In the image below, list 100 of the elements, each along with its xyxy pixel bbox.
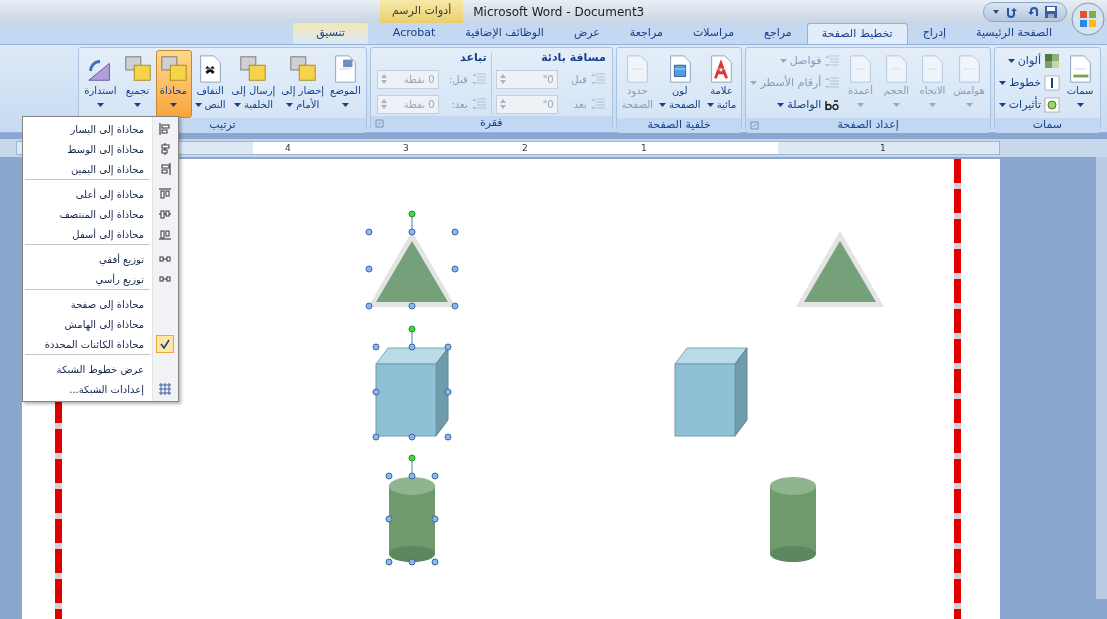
- dialog-launcher-icon[interactable]: [374, 119, 384, 128]
- align-squares-icon: [158, 54, 189, 84]
- cube-shape[interactable]: [372, 325, 452, 441]
- menu-item[interactable]: محاذاة إلى اليسار: [25, 119, 150, 139]
- section-heading: تباعد: [459, 50, 487, 66]
- group-title: فقرة: [479, 115, 503, 132]
- caret-icon: [1076, 102, 1084, 108]
- front-squares-icon: [287, 54, 318, 84]
- menu-item[interactable]: توزيع أفقي: [25, 244, 150, 269]
- cube-shape[interactable]: [674, 347, 748, 437]
- ruler-number: 2: [522, 142, 528, 154]
- caret-icon: [999, 80, 1007, 86]
- field-label: بعد: [572, 97, 587, 112]
- context-tab-header: أدوات الرسم: [380, 0, 464, 23]
- ribbon-tab[interactable]: تخطيط الصفحة: [806, 23, 908, 44]
- ribbon-tab[interactable]: Acrobat: [377, 23, 451, 44]
- caret-icon: [706, 102, 714, 108]
- caret-icon: [998, 102, 1006, 108]
- ribbon-button[interactable]: لون الصفحة: [656, 50, 704, 118]
- group-squares-icon: [122, 54, 153, 84]
- caret-icon: [341, 102, 349, 108]
- distribute-horizontal-icon: [159, 253, 171, 265]
- caret-icon: [134, 102, 141, 108]
- triangle-shape[interactable]: [796, 231, 884, 307]
- group-title: سمات: [1032, 117, 1062, 134]
- ruler-number: 4: [285, 142, 291, 154]
- caret-icon: [286, 102, 294, 108]
- caret-icon: [233, 102, 241, 108]
- ribbon-tab[interactable]: تنسيق: [293, 23, 368, 44]
- ribbon-button[interactable]: تأثيرات: [996, 94, 1062, 116]
- ribbon-tab[interactable]: مراسلات: [677, 23, 750, 44]
- ribbon-tab[interactable]: إدراج: [907, 23, 962, 44]
- align-center-icon: [159, 143, 171, 155]
- ribbon-button[interactable]: إرسال إلى الخلفية: [228, 50, 279, 118]
- caret-icon: [777, 102, 785, 108]
- window-title: Microsoft Word - Document3: [473, 3, 645, 21]
- caret-icon: [1007, 58, 1015, 64]
- caret-icon: [750, 80, 758, 86]
- field-label: قبل: [570, 72, 587, 87]
- ribbon-button[interactable]: سمات: [1062, 50, 1098, 118]
- ribbon-button[interactable]: الواصلة: [748, 94, 843, 116]
- align-top-icon: [159, 188, 171, 200]
- group-title: ترتيب: [209, 117, 236, 134]
- menu-item[interactable]: محاذاة إلى أعلى: [25, 179, 150, 204]
- hyphenation-icon: [824, 97, 841, 113]
- effects-circle-icon: [1044, 97, 1060, 113]
- caret-icon: [96, 102, 104, 108]
- ribbon-tab[interactable]: عرض: [558, 23, 615, 44]
- field-label: قبل:: [447, 72, 468, 87]
- caret-icon: [170, 102, 177, 108]
- menu-item[interactable]: محاذاة الكائنات المحددة: [25, 334, 150, 354]
- ribbon-button[interactable]: إحضار إلى الأمام: [278, 50, 328, 118]
- field-label: بعد:: [450, 97, 468, 112]
- ribbon-button[interactable]: الموضع: [327, 50, 364, 118]
- align-right-icon: [159, 163, 171, 175]
- menu-item[interactable]: إعدادات الشبكة...: [25, 379, 150, 399]
- caret-icon: [892, 102, 900, 108]
- save-icon[interactable]: [1044, 4, 1058, 19]
- ribbon-button[interactable]: استدارة: [81, 50, 120, 118]
- caret-icon: [928, 102, 936, 108]
- cylinder-shape[interactable]: [770, 477, 816, 562]
- align-left-icon: [159, 123, 171, 135]
- customize-caret-icon[interactable]: [992, 7, 1000, 16]
- ribbon-button[interactable]: تجميع: [119, 50, 156, 118]
- menu-item[interactable]: محاذاة إلى اليمين: [25, 159, 150, 179]
- ribbon-tab[interactable]: الصفحة الرئيسية: [961, 23, 1067, 44]
- font-letter-icon: [1044, 75, 1060, 91]
- caret-icon: [779, 58, 787, 64]
- triangle-shape[interactable]: [365, 210, 459, 310]
- scrollbar[interactable]: [1096, 157, 1107, 599]
- color-squares-icon: [1044, 53, 1060, 69]
- menu-item[interactable]: توزيع رأسي: [25, 269, 150, 289]
- menu-item[interactable]: محاذاة إلى الوسط: [25, 139, 150, 159]
- ribbon-tab[interactable]: مراجعة: [614, 23, 678, 44]
- group-title: خلفية الصفحة: [647, 117, 711, 134]
- ribbon-button[interactable]: خطوط: [996, 72, 1062, 94]
- menu-item[interactable]: محاذاة إلى الهامش: [25, 314, 150, 334]
- dialog-launcher-icon[interactable]: [750, 121, 760, 130]
- caret-icon: [194, 102, 202, 108]
- caret-icon: [965, 102, 973, 108]
- ribbon-button[interactable]: علامة مائية: [703, 50, 740, 118]
- check-icon: [160, 339, 170, 349]
- menu-item[interactable]: محاذاة إلى المنتصف: [25, 204, 150, 224]
- ribbon-button[interactable]: محاذاة: [155, 50, 192, 118]
- menu-item[interactable]: محاذاة إلى أسفل: [25, 224, 150, 244]
- ruler-number: 1: [880, 142, 886, 154]
- ribbon-button[interactable]: التفاف النص: [191, 50, 229, 118]
- ruler-number: 1: [641, 142, 647, 154]
- cylinder-shape[interactable]: [385, 454, 439, 566]
- menu-item[interactable]: عرض خطوط الشبكة: [25, 354, 150, 379]
- section-heading: مسافة بادئة: [540, 50, 606, 66]
- caret-icon: [856, 102, 864, 108]
- ribbon-tab[interactable]: مراجع: [749, 23, 807, 44]
- align-middle-icon: [159, 208, 171, 220]
- grid-icon: [159, 383, 171, 395]
- caret-icon: [659, 102, 667, 108]
- back-squares-icon: [238, 54, 269, 84]
- ribbon-button[interactable]: ألوان: [996, 50, 1062, 72]
- ribbon-tab[interactable]: الوظائف الإضافية: [450, 23, 559, 44]
- menu-item[interactable]: محاذاة إلى صفحة: [25, 289, 150, 314]
